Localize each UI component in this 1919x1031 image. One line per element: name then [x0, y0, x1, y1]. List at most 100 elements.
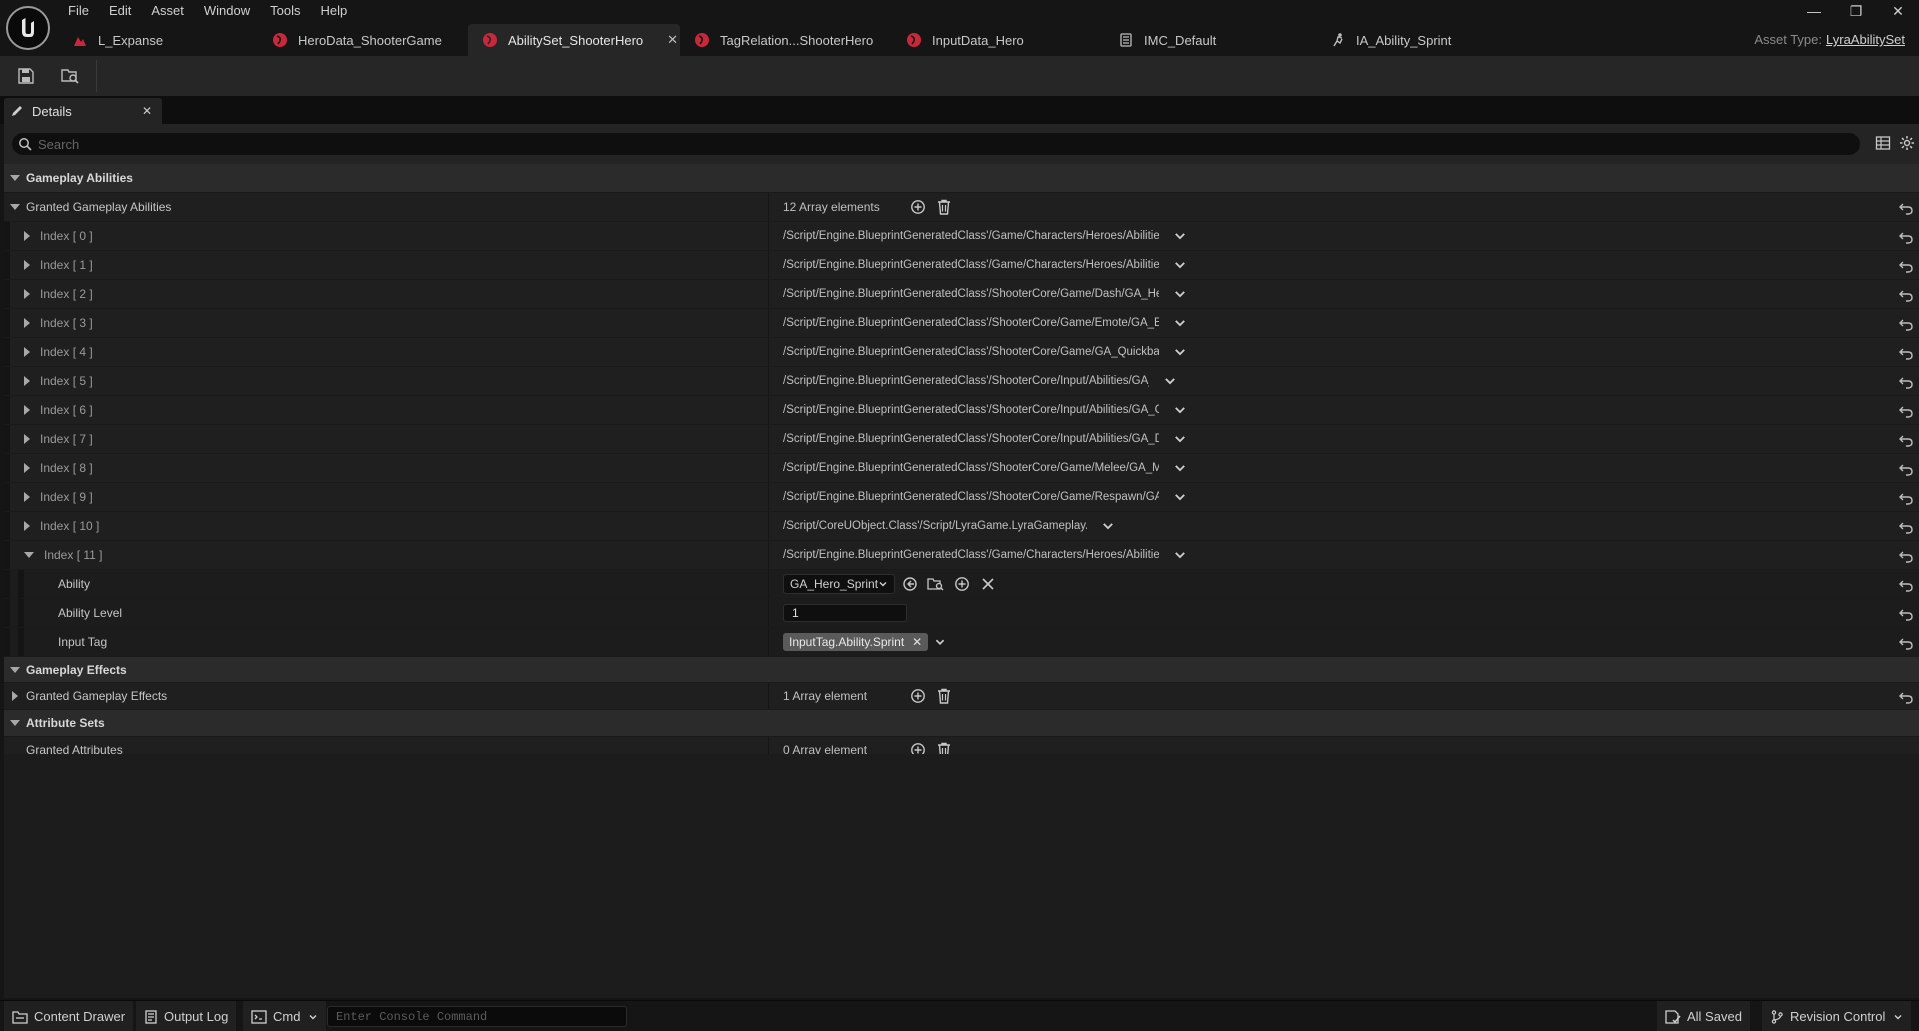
- expand-arrow-icon[interactable]: [12, 691, 18, 701]
- reset-to-default-icon[interactable]: [1899, 259, 1913, 273]
- menu-file[interactable]: File: [58, 2, 99, 20]
- category-attribute-sets[interactable]: Attribute Sets: [4, 710, 1919, 737]
- expand-arrow-icon[interactable]: [24, 376, 30, 386]
- reset-to-default-icon[interactable]: [1899, 520, 1913, 534]
- property-name: Index [ 9 ]: [4, 483, 768, 511]
- details-tab[interactable]: Details ✕: [4, 98, 162, 124]
- category-gameplay-abilities[interactable]: Gameplay Abilities: [4, 164, 1919, 193]
- reset-to-default-icon[interactable]: [1899, 404, 1913, 418]
- chevron-down-icon[interactable]: [1173, 229, 1187, 243]
- tab-ia-ability-sprint[interactable]: IA_Ability_Sprint: [1316, 24, 1528, 56]
- expand-arrow-icon[interactable]: [10, 204, 20, 210]
- reset-to-default-icon[interactable]: [1899, 433, 1913, 447]
- menu-window[interactable]: Window: [194, 2, 260, 20]
- reset-to-default-icon[interactable]: [1899, 549, 1913, 563]
- chevron-down-icon[interactable]: [1101, 519, 1115, 533]
- expand-arrow-icon[interactable]: [24, 289, 30, 299]
- create-new-icon[interactable]: [953, 575, 971, 593]
- unreal-logo-icon[interactable]: [6, 6, 50, 50]
- expand-arrow-icon[interactable]: [24, 492, 30, 502]
- expand-arrow-icon[interactable]: [24, 552, 34, 558]
- expand-arrow-icon[interactable]: [24, 463, 30, 473]
- tab-abilityset[interactable]: AbilitySet_ShooterHero ✕: [468, 24, 680, 56]
- minimize-icon[interactable]: —: [1793, 0, 1835, 22]
- reset-to-default-icon[interactable]: [1899, 346, 1913, 360]
- cmd-selector[interactable]: Cmd: [243, 1001, 327, 1031]
- console-command-input[interactable]: [336, 1009, 626, 1024]
- chevron-down-icon[interactable]: [1173, 403, 1187, 417]
- add-element-icon[interactable]: [909, 687, 927, 705]
- expand-arrow-icon[interactable]: [24, 347, 30, 357]
- all-saved-label: All Saved: [1687, 1009, 1742, 1024]
- reset-to-default-icon[interactable]: [1899, 375, 1913, 389]
- chevron-down-icon[interactable]: [1173, 548, 1187, 562]
- reset-to-default-icon[interactable]: [1899, 578, 1913, 592]
- expand-arrow-icon[interactable]: [24, 260, 30, 270]
- gameplay-tag-chip[interactable]: InputTag.Ability.Sprint ✕: [783, 633, 929, 651]
- tab-tagrelation[interactable]: TagRelation...ShooterHero: [680, 24, 892, 56]
- menu-asset[interactable]: Asset: [141, 2, 194, 20]
- expand-arrow-icon[interactable]: [24, 231, 30, 241]
- close-icon[interactable]: ✕: [1877, 0, 1919, 22]
- close-tab-icon[interactable]: ✕: [667, 32, 678, 48]
- menu-edit[interactable]: Edit: [99, 2, 141, 20]
- expand-arrow-icon[interactable]: [10, 666, 20, 673]
- chevron-down-icon[interactable]: [1163, 374, 1177, 388]
- output-log-button[interactable]: Output Log: [136, 1001, 237, 1031]
- reset-to-default-icon[interactable]: [1899, 201, 1913, 215]
- expand-arrow-icon[interactable]: [24, 318, 30, 328]
- search-input[interactable]: [38, 136, 1860, 152]
- property-name: Granted Gameplay Effects: [4, 683, 768, 709]
- ability-class-picker[interactable]: GA_Hero_Sprint: [783, 574, 895, 594]
- reset-to-default-icon[interactable]: [1899, 607, 1913, 621]
- delete-all-icon[interactable]: [935, 198, 953, 216]
- tab-imc-default[interactable]: IMC_Default: [1104, 24, 1316, 56]
- tab-inputdata[interactable]: InputData_Hero: [892, 24, 1104, 56]
- reset-to-default-icon[interactable]: [1899, 317, 1913, 331]
- all-saved-button[interactable]: All Saved: [1657, 1001, 1750, 1031]
- browse-asset-icon[interactable]: [56, 64, 84, 88]
- class-path-value: /Script/Engine.BlueprintGeneratedClass'/…: [783, 433, 1159, 445]
- close-details-icon[interactable]: ✕: [142, 104, 152, 118]
- ability-level-input[interactable]: 1: [783, 604, 907, 622]
- browse-folder-icon[interactable]: [927, 575, 945, 593]
- class-path-value: /Script/Engine.BlueprintGeneratedClass'/…: [783, 259, 1159, 271]
- chevron-down-icon[interactable]: [1173, 490, 1187, 504]
- remove-tag-icon[interactable]: ✕: [912, 635, 922, 649]
- chevron-down-icon[interactable]: [1173, 432, 1187, 446]
- table-view-icon[interactable]: [1875, 135, 1891, 154]
- restore-icon[interactable]: ❐: [1835, 0, 1877, 22]
- category-gameplay-effects[interactable]: Gameplay Effects: [4, 657, 1919, 683]
- property-name: Index [ 3 ]: [4, 309, 768, 337]
- menu-help[interactable]: Help: [310, 2, 357, 20]
- expand-arrow-icon[interactable]: [24, 521, 30, 531]
- chevron-down-icon[interactable]: [934, 636, 946, 648]
- tab-l-expanse[interactable]: L_Expanse: [58, 24, 258, 56]
- chevron-down-icon[interactable]: [1173, 461, 1187, 475]
- reset-to-default-icon[interactable]: [1899, 462, 1913, 476]
- content-drawer-button[interactable]: Content Drawer: [4, 1001, 134, 1031]
- clear-icon[interactable]: [979, 575, 997, 593]
- use-selected-icon[interactable]: [901, 575, 919, 593]
- tab-herodata[interactable]: HeroData_ShooterGame: [258, 24, 468, 56]
- reset-to-default-icon[interactable]: [1899, 491, 1913, 505]
- expand-arrow-icon[interactable]: [24, 434, 30, 444]
- add-element-icon[interactable]: [909, 198, 927, 216]
- expand-arrow-icon[interactable]: [10, 720, 20, 726]
- save-icon[interactable]: [12, 64, 40, 88]
- chevron-down-icon[interactable]: [1173, 258, 1187, 272]
- expand-arrow-icon[interactable]: [10, 175, 20, 181]
- asset-type-link[interactable]: LyraAbilitySet: [1826, 32, 1905, 47]
- reset-to-default-icon[interactable]: [1899, 230, 1913, 244]
- chevron-down-icon[interactable]: [1173, 345, 1187, 359]
- expand-arrow-icon[interactable]: [24, 405, 30, 415]
- reset-to-default-icon[interactable]: [1899, 636, 1913, 650]
- delete-all-icon[interactable]: [935, 687, 953, 705]
- settings-gear-icon[interactable]: [1899, 135, 1915, 154]
- revision-control-button[interactable]: Revision Control: [1762, 1001, 1912, 1031]
- chevron-down-icon[interactable]: [1173, 287, 1187, 301]
- reset-to-default-icon[interactable]: [1899, 288, 1913, 302]
- menu-tools[interactable]: Tools: [260, 2, 310, 20]
- chevron-down-icon[interactable]: [1173, 316, 1187, 330]
- reset-to-default-icon[interactable]: [1899, 690, 1913, 704]
